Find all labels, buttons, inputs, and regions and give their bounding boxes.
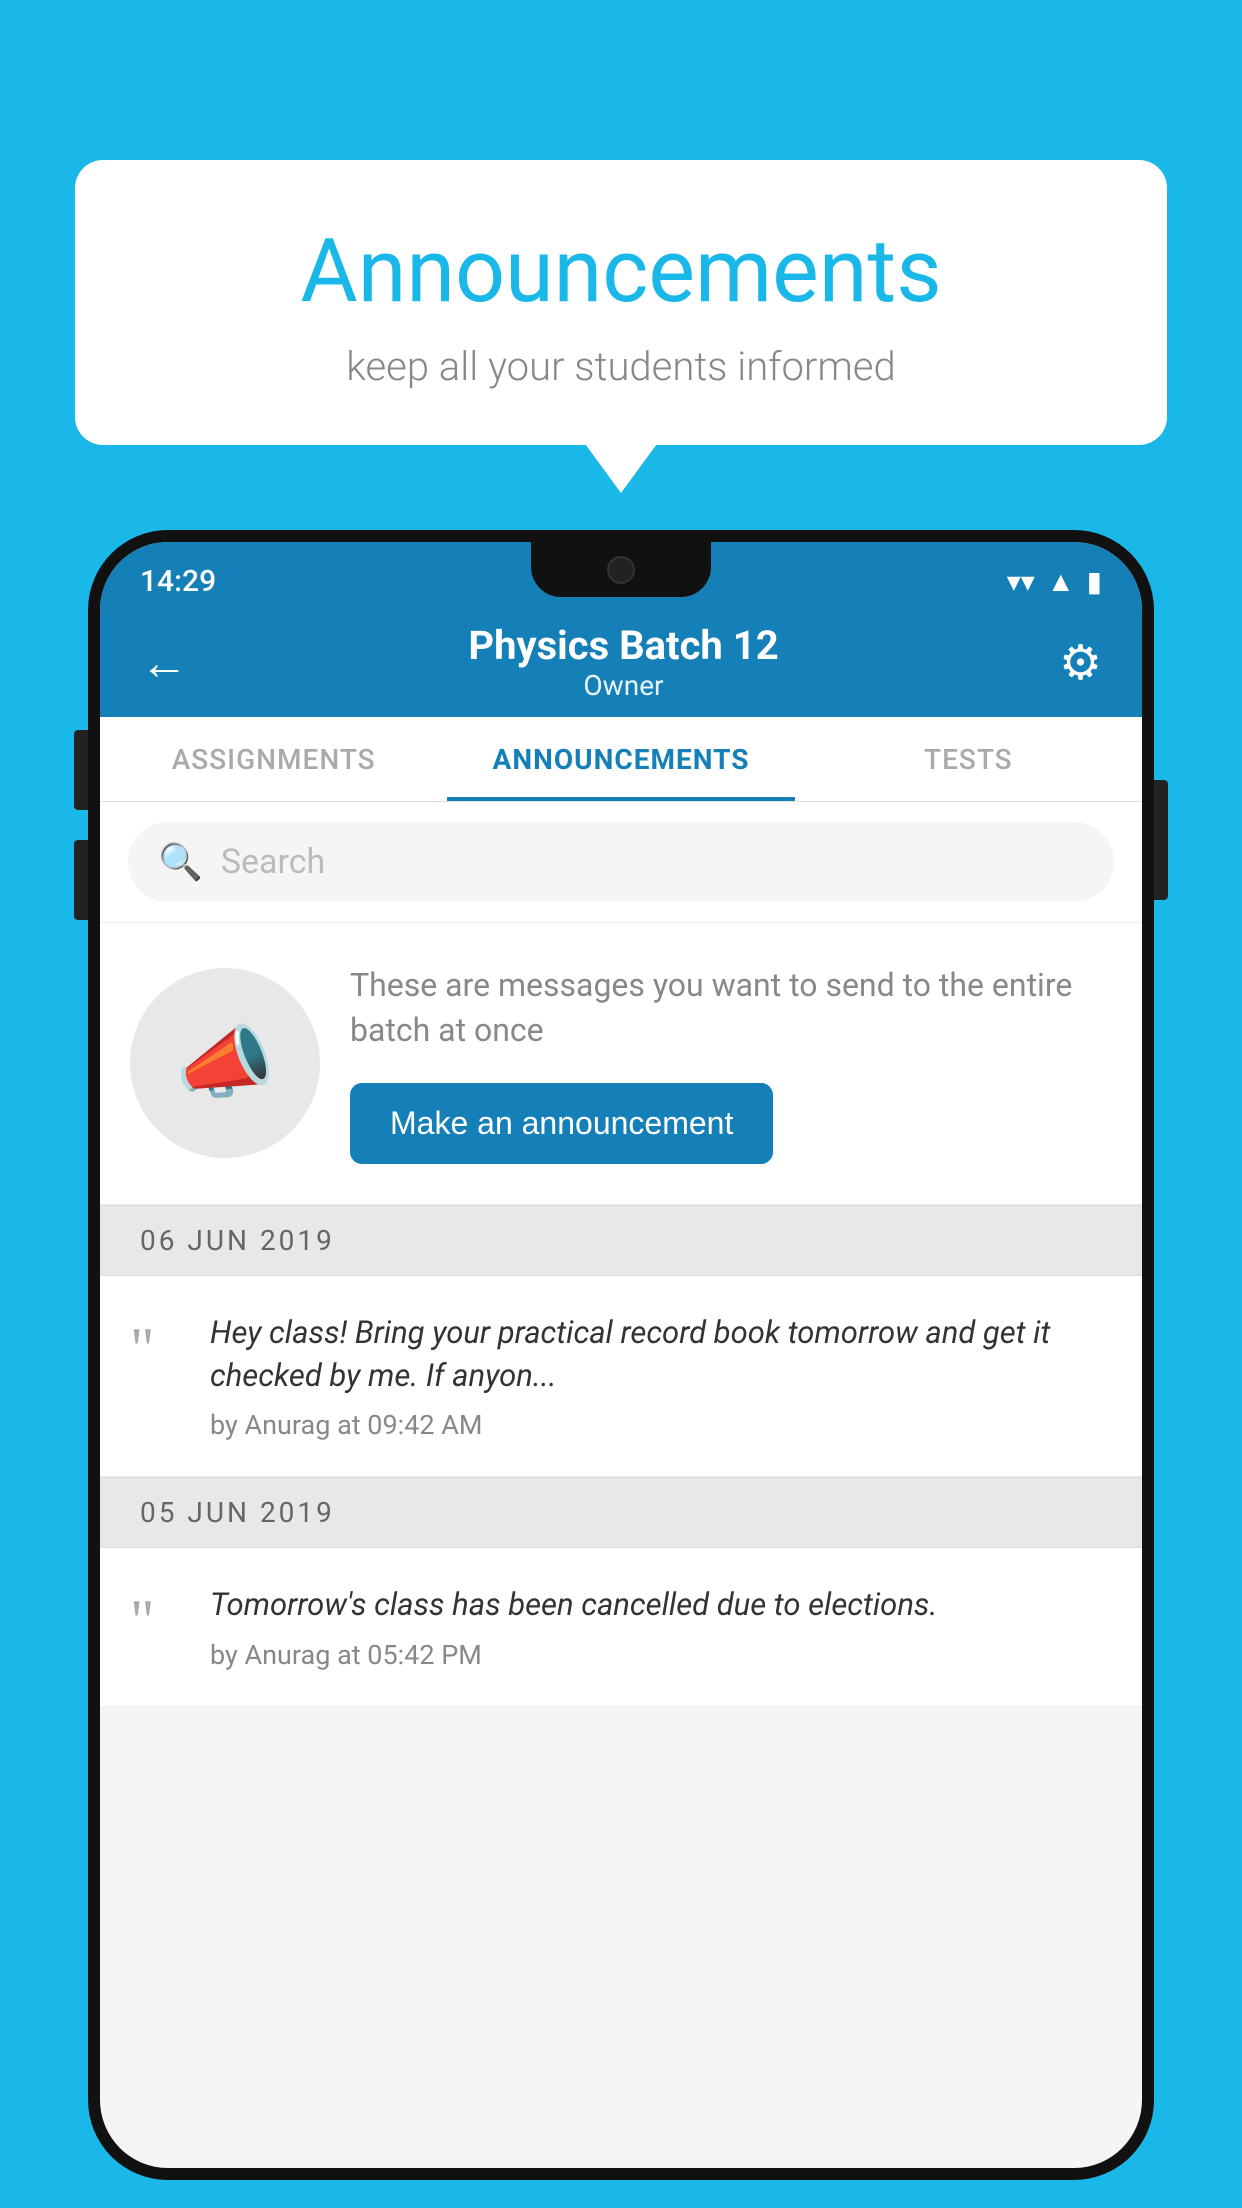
search-bar[interactable]: 🔍 Search xyxy=(128,822,1114,902)
search-placeholder: Search xyxy=(221,842,325,882)
announcement-icon-circle: 📣 xyxy=(130,968,320,1158)
vol-button-1 xyxy=(74,730,88,810)
back-button[interactable]: ← xyxy=(140,634,188,691)
tab-tests[interactable]: TESTS xyxy=(795,717,1142,801)
header-title: Physics Batch 12 xyxy=(468,622,778,669)
speech-bubble-subtitle: keep all your students informed xyxy=(115,343,1127,390)
header-center: Physics Batch 12 Owner xyxy=(468,622,778,702)
speech-bubble-title: Announcements xyxy=(115,220,1127,323)
announcement-meta-2: by Anurag at 05:42 PM xyxy=(210,1639,1112,1671)
wifi-icon: ▾▾ xyxy=(1007,565,1035,598)
announcement-text-1: Hey class! Bring your practical record b… xyxy=(210,1311,1112,1398)
phone-outer: 14:29 ▾▾ ▲ ▮ ← Physics Batch 12 Owner ⚙ … xyxy=(88,530,1154,2180)
status-icons: ▾▾ ▲ ▮ xyxy=(1007,565,1102,598)
quote-icon-1: " xyxy=(130,1319,185,1379)
gear-icon[interactable]: ⚙ xyxy=(1059,634,1102,691)
speech-bubble: Announcements keep all your students inf… xyxy=(75,160,1167,445)
quote-icon-2: " xyxy=(130,1591,185,1651)
phone-notch xyxy=(531,542,711,597)
announcement-text-2: Tomorrow's class has been cancelled due … xyxy=(210,1583,1112,1626)
date-divider-1: 06 JUN 2019 xyxy=(100,1205,1142,1276)
app-header: ← Physics Batch 12 Owner ⚙ xyxy=(100,607,1142,717)
phone-camera xyxy=(607,556,635,584)
announcement-description: These are messages you want to send to t… xyxy=(350,963,1112,1053)
speech-bubble-container: Announcements keep all your students inf… xyxy=(75,160,1167,445)
announcement-content-2: Tomorrow's class has been cancelled due … xyxy=(210,1583,1112,1670)
announcement-meta-1: by Anurag at 09:42 AM xyxy=(210,1409,1112,1441)
date-divider-2: 05 JUN 2019 xyxy=(100,1477,1142,1548)
tab-announcements[interactable]: ANNOUNCEMENTS xyxy=(447,717,794,801)
announcement-item-2[interactable]: " Tomorrow's class has been cancelled du… xyxy=(100,1548,1142,1706)
search-icon: 🔍 xyxy=(158,841,203,883)
status-time: 14:29 xyxy=(140,564,216,599)
phone-screen: 14:29 ▾▾ ▲ ▮ ← Physics Batch 12 Owner ⚙ … xyxy=(100,542,1142,2168)
announcement-info: 📣 These are messages you want to send to… xyxy=(100,923,1142,1205)
vol-button-2 xyxy=(74,840,88,920)
megaphone-icon: 📣 xyxy=(175,1016,275,1110)
power-button xyxy=(1154,780,1168,900)
tab-assignments[interactable]: ASSIGNMENTS xyxy=(100,717,447,801)
tabs-bar: ASSIGNMENTS ANNOUNCEMENTS TESTS xyxy=(100,717,1142,802)
signal-icon: ▲ xyxy=(1047,565,1075,598)
announcement-content-1: Hey class! Bring your practical record b… xyxy=(210,1311,1112,1442)
announcement-item-1[interactable]: " Hey class! Bring your practical record… xyxy=(100,1276,1142,1478)
make-announcement-button[interactable]: Make an announcement xyxy=(350,1083,773,1164)
phone-wrapper: 14:29 ▾▾ ▲ ▮ ← Physics Batch 12 Owner ⚙ … xyxy=(88,530,1154,2208)
search-container: 🔍 Search xyxy=(100,802,1142,923)
announcement-right: These are messages you want to send to t… xyxy=(350,963,1112,1164)
header-subtitle: Owner xyxy=(468,669,778,702)
battery-icon: ▮ xyxy=(1087,565,1102,598)
